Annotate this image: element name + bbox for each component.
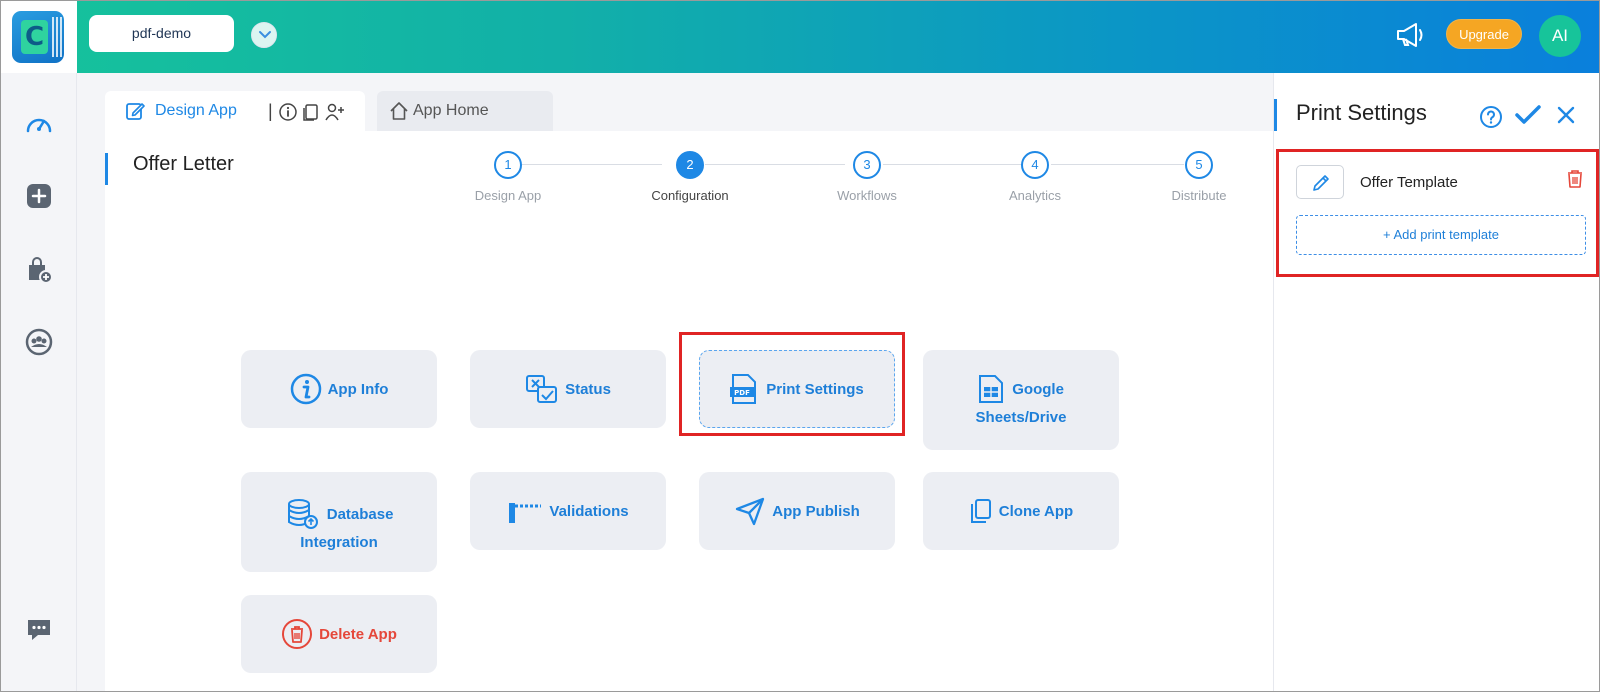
close-icon[interactable] <box>1556 105 1576 125</box>
logo-letter: C <box>21 20 48 54</box>
chevron-down-icon <box>259 31 271 39</box>
step-label: Distribute <box>1171 188 1227 203</box>
team-icon[interactable] <box>24 327 54 357</box>
tab-app-home[interactable]: App Home <box>377 91 553 131</box>
copy-icon[interactable] <box>301 102 321 122</box>
info-circle-icon <box>290 373 321 405</box>
step-workflows[interactable]: 3 Workflows <box>812 151 922 203</box>
progress-stepper: 1 Design App 2 Configuration 3 Workflows… <box>105 131 1273 231</box>
check-icon[interactable] <box>1514 103 1542 127</box>
validations-tile[interactable]: Validations <box>470 472 666 550</box>
barrier-icon <box>509 503 542 523</box>
google-sheets-tile[interactable]: Google Sheets/Drive <box>923 350 1119 450</box>
main-area: Design App | App Home Offer Letter 1 Des… <box>105 91 1273 691</box>
delete-app-tile[interactable]: Delete App <box>241 595 437 673</box>
marketplace-icon[interactable] <box>24 255 54 285</box>
tile-label: Validations <box>549 502 629 520</box>
left-nav-rail <box>1 73 77 691</box>
step-number: 3 <box>853 151 881 179</box>
panel-highlight-box <box>1276 149 1599 277</box>
tab-tools: | <box>268 101 346 122</box>
app-info-tile[interactable]: App Info <box>241 350 437 428</box>
database-icon <box>287 499 318 529</box>
upgrade-button[interactable]: Upgrade <box>1446 19 1522 49</box>
app-publish-tile[interactable]: App Publish <box>699 472 895 550</box>
edit-icon <box>126 103 145 120</box>
chat-icon[interactable] <box>24 615 54 645</box>
database-integration-tile[interactable]: Database Integration <box>241 472 437 572</box>
step-number: 2 <box>676 151 704 179</box>
info-icon[interactable] <box>278 102 298 122</box>
step-label: Analytics <box>1008 188 1062 203</box>
project-selector[interactable]: pdf-demo <box>89 15 234 52</box>
highlight-box <box>679 332 905 436</box>
step-number: 1 <box>494 151 522 179</box>
tile-label: Status <box>565 380 611 398</box>
trash-icon <box>282 619 313 649</box>
step-analytics[interactable]: 4 Analytics <box>980 151 1090 203</box>
tile-label-line2: Integration <box>300 534 378 551</box>
top-header: C pdf-demo Upgrade AI <box>1 1 1599 73</box>
step-number: 5 <box>1185 151 1213 179</box>
step-design-app[interactable]: 1 Design App <box>453 151 563 203</box>
tile-content: Database Integration <box>241 498 437 551</box>
tab-design-app[interactable]: Design App | <box>105 91 365 131</box>
megaphone-icon[interactable] <box>1394 21 1426 49</box>
tile-label: App Publish <box>772 502 860 520</box>
logo-area[interactable]: C <box>1 1 77 73</box>
tile-label: Google <box>1012 380 1064 398</box>
step-distribute[interactable]: 5 Distribute <box>1144 151 1254 203</box>
status-tile[interactable]: Status <box>470 350 666 428</box>
tile-content: Google Sheets/Drive <box>923 374 1119 426</box>
tab-design-label: Design App <box>155 102 237 119</box>
add-user-icon[interactable] <box>324 102 346 122</box>
tab-home-label: App Home <box>413 102 489 119</box>
app-window: C pdf-demo Upgrade AI Design App | App H… <box>0 0 1600 692</box>
step-label: Design App <box>474 188 542 203</box>
status-icon <box>526 375 558 403</box>
panel-accent-bar <box>1274 99 1277 131</box>
tile-label: Clone App <box>998 502 1074 520</box>
user-avatar[interactable]: AI <box>1539 15 1581 57</box>
send-icon <box>736 497 765 526</box>
dashboard-icon[interactable] <box>24 109 54 139</box>
clone-app-tile[interactable]: Clone App <box>923 472 1119 550</box>
configuration-content: Offer Letter 1 Design App 2 Configuratio… <box>105 131 1273 691</box>
panel-title: Print Settings <box>1296 100 1427 125</box>
tile-label: Database <box>326 505 394 523</box>
step-label: Configuration <box>651 188 729 203</box>
step-label: Workflows <box>837 188 897 203</box>
app-tabs: Design App | App Home <box>105 91 1273 131</box>
tile-label-line2: Sheets/Drive <box>975 409 1067 426</box>
step-number: 4 <box>1021 151 1049 179</box>
tile-label: Delete App <box>319 625 397 643</box>
home-icon <box>390 102 408 120</box>
step-configuration[interactable]: 2 Configuration <box>635 151 745 203</box>
app-logo: C <box>12 11 64 63</box>
tile-label: App Info <box>327 380 389 398</box>
project-dropdown-button[interactable] <box>251 22 277 48</box>
sheets-icon <box>979 375 1004 403</box>
clone-icon <box>970 499 991 523</box>
help-icon[interactable] <box>1479 105 1503 129</box>
tab-separator: | <box>268 101 273 121</box>
add-app-icon[interactable] <box>24 181 54 211</box>
